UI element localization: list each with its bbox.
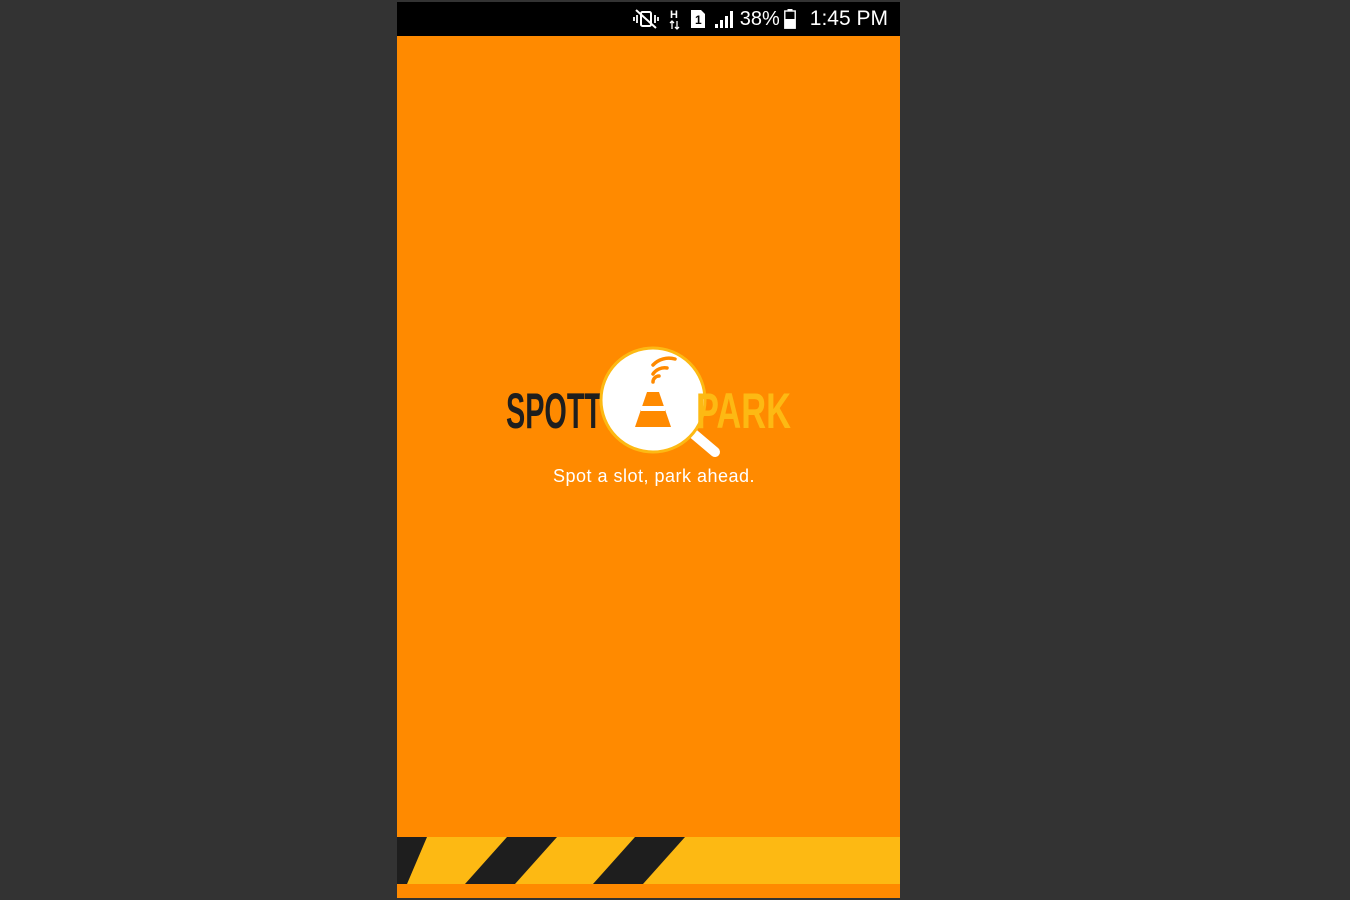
bottom-edge — [397, 884, 900, 898]
splash-screen: SPOTT PARK Spot a slot, park ahead. — [397, 36, 900, 837]
battery-icon — [783, 9, 796, 29]
clock: 1:45 PM — [809, 7, 888, 30]
hazard-stripe-band — [397, 837, 900, 884]
tagline: Spot a slot, park ahead. — [552, 466, 756, 486]
phone-screen: H 1 38% 1:45 PM SPOTT PARK Spot a slot, … — [397, 2, 900, 898]
logo-text-park: PARK — [696, 383, 791, 439]
svg-text:H: H — [670, 9, 678, 21]
hplus-data-icon: H — [668, 8, 682, 30]
spottapark-logo: SPOTT PARK — [506, 346, 791, 457]
logo-text-spott: SPOTT — [506, 383, 602, 439]
signal-icon — [714, 10, 734, 28]
vibrate-mute-icon — [632, 9, 660, 29]
status-bar: H 1 38% 1:45 PM — [397, 2, 900, 36]
battery-percent: 38% — [739, 7, 780, 30]
hazard-stripes — [397, 837, 685, 884]
svg-text:1: 1 — [695, 13, 702, 27]
sim-1-icon: 1 — [690, 9, 706, 29]
